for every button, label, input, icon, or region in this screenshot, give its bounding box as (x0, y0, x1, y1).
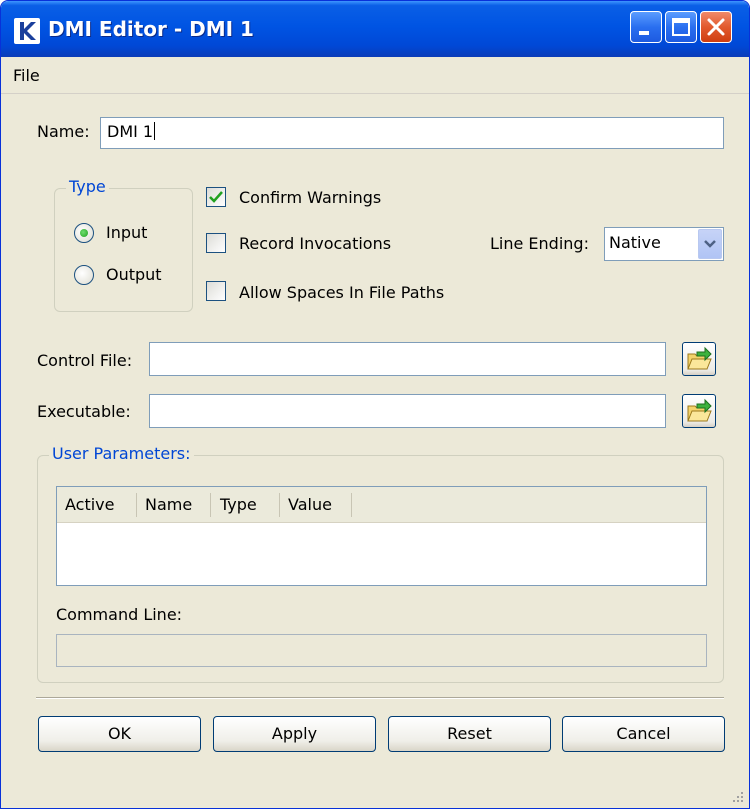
executable-input[interactable] (149, 394, 666, 428)
column-divider[interactable] (351, 493, 352, 517)
radio-output-label[interactable]: Output (106, 265, 162, 284)
folder-open-icon (687, 398, 712, 422)
resize-grip-icon[interactable] (731, 790, 745, 804)
app-logo-icon (14, 18, 40, 44)
dmi-editor-window: DMI Editor - DMI 1 File Name: DMI 1 Type… (0, 0, 750, 809)
checkmark-icon (209, 191, 223, 203)
minimize-icon (639, 31, 649, 35)
confirm-warnings-label[interactable]: Confirm Warnings (239, 188, 381, 207)
ok-button[interactable]: OK (38, 716, 201, 752)
command-line-field (56, 634, 707, 667)
radio-output[interactable] (74, 265, 94, 285)
name-input[interactable]: DMI 1 (100, 117, 724, 149)
column-divider[interactable] (136, 493, 137, 517)
record-invocations-checkbox[interactable] (206, 233, 226, 253)
line-ending-select[interactable]: Native (604, 227, 724, 261)
name-label: Name: (37, 122, 90, 141)
maximize-button[interactable] (665, 11, 697, 43)
executable-label: Executable: (37, 402, 131, 421)
apply-button[interactable]: Apply (213, 716, 376, 752)
allow-spaces-checkbox[interactable] (206, 281, 226, 301)
column-header-name[interactable]: Name (145, 495, 192, 517)
column-divider[interactable] (279, 493, 280, 517)
record-invocations-label[interactable]: Record Invocations (239, 234, 391, 253)
control-file-input[interactable] (149, 342, 666, 376)
user-parameters-title: User Parameters: (49, 444, 194, 463)
type-group-title: Type (66, 177, 109, 196)
cancel-button[interactable]: Cancel (562, 716, 725, 752)
table-header: Active Name Type Value (57, 487, 706, 523)
column-header-active[interactable]: Active (65, 495, 115, 517)
user-parameters-table[interactable]: Active Name Type Value (56, 486, 707, 586)
type-groupbox (54, 188, 193, 312)
minimize-button[interactable] (630, 11, 662, 43)
maximize-icon (672, 18, 690, 36)
radio-input[interactable] (74, 223, 94, 243)
executable-browse-button[interactable] (682, 394, 716, 428)
close-icon (707, 18, 725, 36)
allow-spaces-label[interactable]: Allow Spaces In File Paths (239, 283, 444, 302)
menu-file[interactable]: File (13, 66, 40, 85)
column-divider[interactable] (210, 493, 211, 517)
confirm-warnings-checkbox[interactable] (206, 187, 226, 207)
reset-button[interactable]: Reset (388, 716, 551, 752)
control-file-label: Control File: (37, 351, 133, 370)
radio-selected-dot (80, 229, 88, 237)
folder-open-icon (687, 346, 712, 370)
text-caret (154, 122, 156, 140)
title-bar[interactable]: DMI Editor - DMI 1 (1, 1, 749, 57)
radio-input-label[interactable]: Input (106, 223, 147, 242)
line-ending-value: Native (609, 233, 661, 252)
name-input-value: DMI 1 (107, 122, 154, 141)
chevron-down-icon (704, 240, 716, 248)
dropdown-arrow-button[interactable] (698, 229, 722, 259)
close-button[interactable] (700, 11, 732, 43)
bottom-separator (36, 697, 724, 699)
window-title: DMI Editor - DMI 1 (48, 17, 254, 41)
command-line-label: Command Line: (56, 605, 183, 624)
menu-bar: File (1, 58, 749, 94)
column-header-type[interactable]: Type (220, 495, 257, 517)
line-ending-label: Line Ending: (490, 234, 589, 253)
column-header-value[interactable]: Value (288, 495, 332, 517)
control-file-browse-button[interactable] (682, 342, 716, 376)
